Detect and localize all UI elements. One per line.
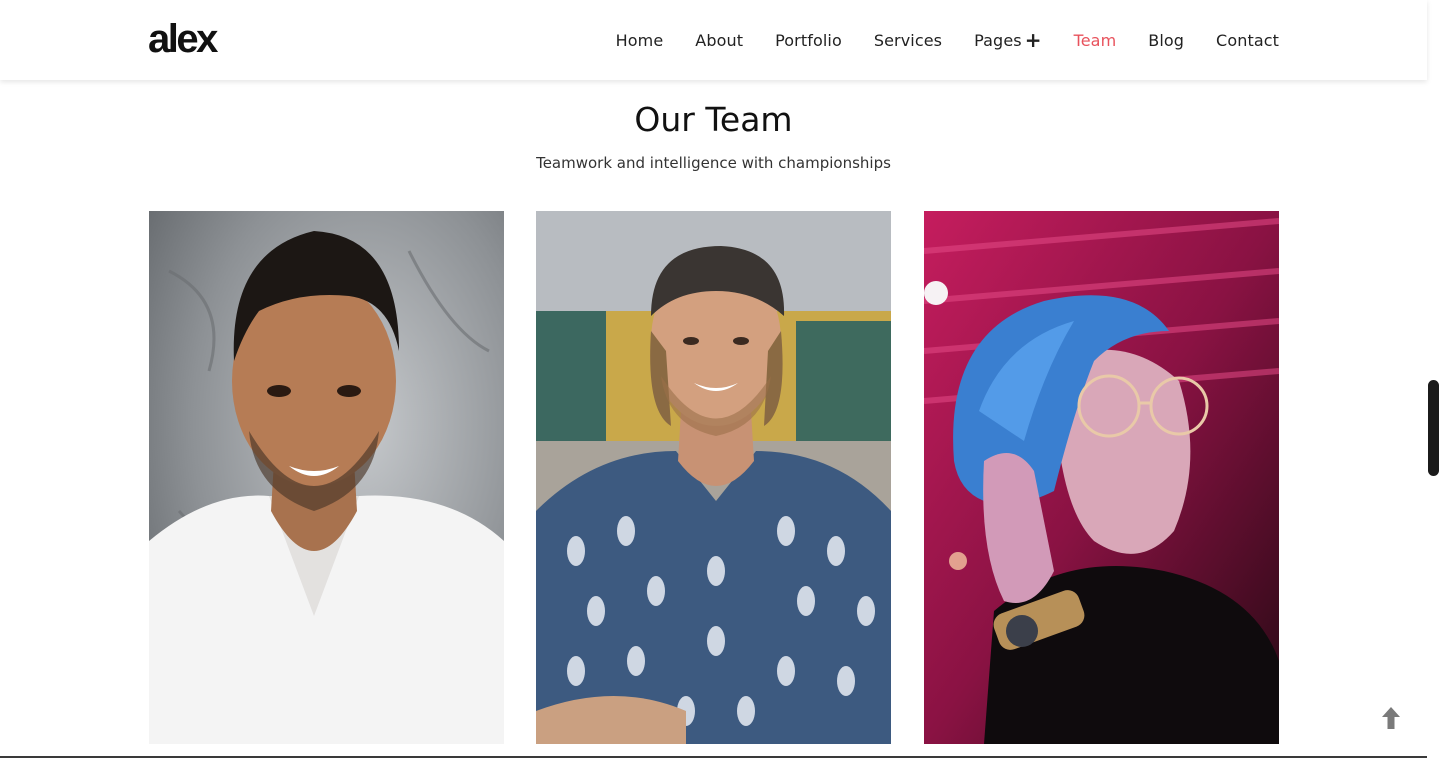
team-member-card[interactable] (924, 211, 1279, 744)
scrollbar-thumb[interactable] (1428, 380, 1439, 476)
nav-item-label: Blog (1148, 30, 1185, 50)
team-member-card[interactable] (149, 211, 504, 744)
scroll-to-top-button[interactable] (1376, 703, 1406, 733)
nav-item-label: Team (1073, 30, 1117, 50)
page: alex Home About Portfolio Services Pages… (0, 0, 1439, 758)
nav-item-services[interactable]: Services (874, 31, 942, 50)
main-nav: Home About Portfolio Services Pages + Tea… (584, 0, 1279, 80)
site-header: alex Home About Portfolio Services Pages… (0, 0, 1427, 80)
man-backwards-cap-photo (536, 211, 891, 744)
nav-item-pages[interactable]: Pages + (974, 30, 1041, 50)
woman-blue-hair-photo (924, 211, 1279, 744)
nav-item-team[interactable]: Team (1074, 31, 1117, 50)
man-white-tshirt-photo (149, 211, 504, 744)
arrow-up-icon (1382, 707, 1400, 729)
nav-item-home[interactable]: Home (616, 31, 664, 50)
team-member-card[interactable] (536, 211, 891, 744)
nav-item-about[interactable]: About (695, 31, 743, 50)
plus-icon: + (1024, 28, 1042, 52)
logo[interactable]: alex (148, 14, 218, 64)
nav-item-label: Portfolio (775, 30, 842, 50)
section-title: Our Team (634, 100, 793, 139)
nav-item-label: Services (873, 30, 943, 50)
nav-item-label: Pages (974, 30, 1022, 50)
nav-item-label: Contact (1216, 30, 1279, 50)
nav-item-label: Home (615, 30, 664, 50)
nav-item-portfolio[interactable]: Portfolio (775, 31, 842, 50)
nav-item-blog[interactable]: Blog (1148, 31, 1184, 50)
section-subtitle: Teamwork and intelligence with champions… (536, 154, 891, 172)
nav-item-contact[interactable]: Contact (1216, 31, 1279, 50)
nav-item-label: About (695, 30, 744, 50)
